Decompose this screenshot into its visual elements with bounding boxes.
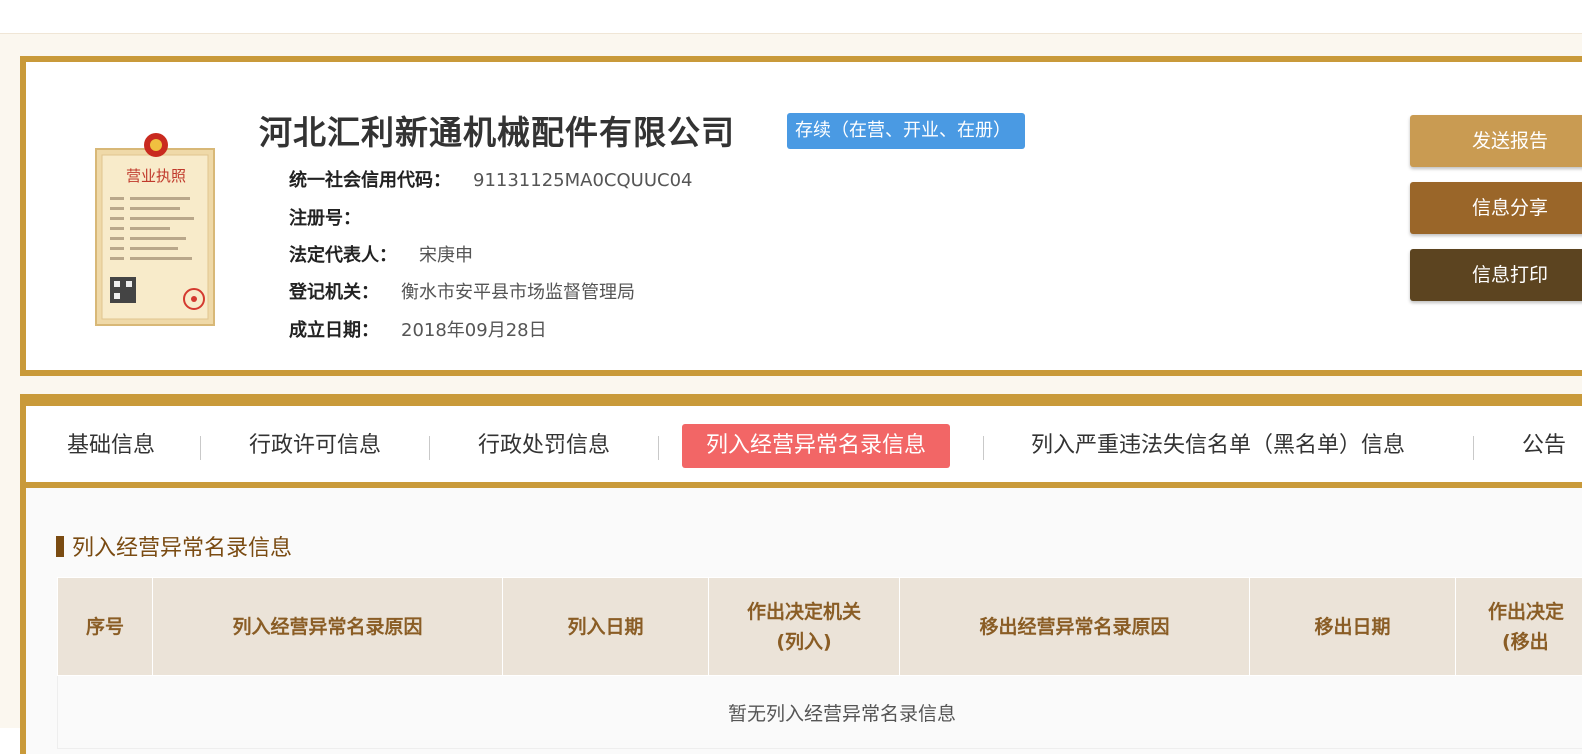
empty-message: 暂无列入经营异常名录信息 <box>58 676 1582 749</box>
share-info-button[interactable]: 信息分享 <box>1410 182 1582 234</box>
company-name: 河北汇利新通机械配件有限公司 <box>259 106 735 154</box>
tab-divider <box>1473 436 1474 460</box>
table-header-row: 序号 列入经营异常名录原因 列入日期 作出决定机关(列入) 移出经营异常名录原因… <box>58 578 1582 676</box>
tab-divider <box>200 436 201 460</box>
legal-representative-value: 宋庚申 <box>419 245 473 266</box>
top-bar <box>0 0 1582 34</box>
registration-authority-label: 登记机关： <box>289 282 379 303</box>
tab-divider <box>658 436 659 460</box>
credit-code-row: 统一社会信用代码： 91131125MA0CQUUC04 <box>289 166 692 192</box>
col-index: 序号 <box>58 578 153 676</box>
section-title-text: 列入经营异常名录信息 <box>72 536 292 561</box>
print-info-button[interactable]: 信息打印 <box>1410 249 1582 301</box>
tab-announcement[interactable]: 公告 <box>1522 424 1566 468</box>
credit-code-value: 91131125MA0CQUUC04 <box>473 170 692 191</box>
tab-admin-license[interactable]: 行政许可信息 <box>249 424 381 468</box>
legal-representative-row: 法定代表人： 宋庚申 <box>289 241 473 267</box>
establishment-date-value: 2018年09月28日 <box>401 320 547 341</box>
tab-divider <box>429 436 430 460</box>
license-title: 营业执照 <box>126 167 186 185</box>
tab-abnormal-operation[interactable]: 列入经营异常名录信息 <box>682 424 950 468</box>
col-removal-reason: 移出经营异常名录原因 <box>900 578 1250 676</box>
col-removal-authority: 作出决定(移出 <box>1456 578 1582 676</box>
company-header-card: 营业执照 河北汇利新通机械配件有限公司 存续（在营、开业、在册） 统一社会信用代… <box>20 56 1582 376</box>
section-title-marker <box>56 536 64 557</box>
license-icon: 营业执照 <box>90 127 220 327</box>
registration-authority-row: 登记机关： 衡水市安平县市场监督管理局 <box>289 278 635 304</box>
establishment-date-label: 成立日期： <box>289 320 379 341</box>
tab-bar: 基础信息 行政许可信息 行政处罚信息 列入经营异常名录信息 列入严重违法失信名单… <box>26 406 1582 488</box>
table-row: 暂无列入经营异常名录信息 <box>58 676 1582 749</box>
registration-authority-value: 衡水市安平县市场监督管理局 <box>401 282 635 303</box>
col-removal-date: 移出日期 <box>1250 578 1456 676</box>
send-report-button[interactable]: 发送报告 <box>1410 115 1582 167</box>
col-listing-reason: 列入经营异常名录原因 <box>153 578 503 676</box>
section-title: 列入经营异常名录信息 <box>56 530 292 562</box>
registration-number-label: 注册号： <box>289 208 361 229</box>
abnormal-operation-table: 序号 列入经营异常名录原因 列入日期 作出决定机关(列入) 移出经营异常名录原因… <box>57 577 1582 749</box>
col-listing-authority: 作出决定机关(列入) <box>709 578 900 676</box>
tab-basic-info[interactable]: 基础信息 <box>67 424 155 468</box>
tab-admin-penalty[interactable]: 行政处罚信息 <box>478 424 610 468</box>
status-badge: 存续（在营、开业、在册） <box>787 113 1025 149</box>
legal-representative-label: 法定代表人： <box>289 245 397 266</box>
credit-code-label: 统一社会信用代码： <box>289 170 451 191</box>
details-card: 基础信息 行政许可信息 行政处罚信息 列入经营异常名录信息 列入严重违法失信名单… <box>20 394 1582 754</box>
tab-divider <box>983 436 984 460</box>
business-license-image[interactable]: 营业执照 <box>90 127 220 327</box>
tab-blacklist[interactable]: 列入严重违法失信名单（黑名单）信息 <box>1031 424 1405 468</box>
establishment-date-row: 成立日期： 2018年09月28日 <box>289 316 547 342</box>
col-listing-date: 列入日期 <box>503 578 709 676</box>
registration-number-row: 注册号： <box>289 204 383 230</box>
